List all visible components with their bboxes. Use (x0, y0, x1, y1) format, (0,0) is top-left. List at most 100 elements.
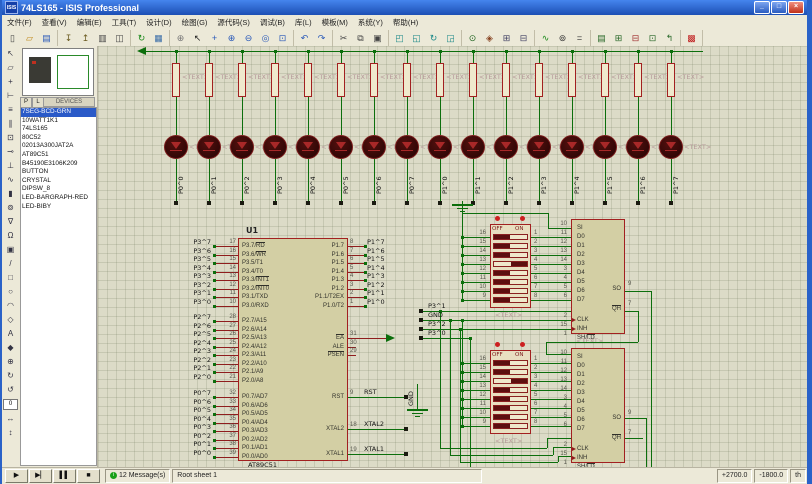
wire[interactable] (341, 97, 342, 135)
close-button[interactable]: × (788, 1, 804, 14)
undo-icon[interactable]: ↶ (296, 30, 313, 46)
wire[interactable] (462, 426, 490, 427)
device-item[interactable]: DIPSW_8 (21, 185, 96, 194)
wire[interactable] (275, 51, 276, 63)
toggle-grid-icon[interactable]: ▦ (150, 30, 167, 46)
wire[interactable] (539, 97, 540, 135)
2d-marker-mode-icon[interactable]: ⊕ (4, 355, 17, 368)
wire[interactable] (462, 320, 463, 426)
wire[interactable] (553, 311, 571, 312)
schematic-canvas[interactable]: <TEXT><TEXT>P0^0<TEXT><TEXT>P0^1<TEXT><T… (98, 46, 809, 468)
text-script-mode-icon[interactable]: ≡ (4, 103, 17, 116)
tape-recorder-mode-icon[interactable]: ▮ (4, 187, 17, 200)
led-indicator[interactable] (164, 135, 188, 159)
wire[interactable] (531, 237, 571, 238)
design-explorer-icon[interactable]: ▤ (593, 30, 610, 46)
wire[interactable] (506, 51, 507, 63)
refresh-display-icon[interactable]: ↻ (133, 30, 150, 46)
rotate-anticlockwise-icon[interactable]: ↺ (4, 383, 17, 396)
packaging-tool-icon[interactable]: ⊞ (498, 30, 515, 46)
dip-switch-slot[interactable] (493, 396, 528, 402)
2d-text-mode-icon[interactable]: A (4, 327, 17, 340)
device-pin-mode-icon[interactable]: ⊥ (4, 159, 17, 172)
dip-switch-slot[interactable] (493, 360, 528, 366)
maximize-button[interactable]: □ (771, 1, 787, 14)
wire[interactable] (462, 282, 490, 283)
wire[interactable] (407, 97, 408, 135)
wire[interactable] (531, 372, 571, 373)
wire[interactable] (547, 438, 571, 439)
block-rotate-icon[interactable]: ↻ (425, 30, 442, 46)
2d-symbol-mode-icon[interactable]: ◆ (4, 341, 17, 354)
led-indicator[interactable] (362, 135, 386, 159)
bus-mode-icon[interactable]: ∥ (4, 117, 17, 130)
wire[interactable] (638, 51, 639, 63)
wire[interactable] (462, 300, 490, 301)
resistor[interactable] (568, 63, 576, 97)
print-icon[interactable]: ▥ (94, 30, 111, 46)
wire[interactable] (548, 228, 571, 229)
resistor[interactable] (667, 63, 675, 97)
led-indicator[interactable] (659, 135, 683, 159)
resistor[interactable] (370, 63, 378, 97)
minimize-button[interactable]: _ (754, 1, 770, 14)
power-terminal[interactable] (386, 334, 395, 342)
mirror-horizontal-icon[interactable]: ↔ (4, 412, 17, 425)
zoom-to-parent-icon[interactable]: ↰ (661, 30, 678, 46)
wire[interactable] (417, 384, 418, 409)
device-item[interactable]: LED-BIBY (21, 203, 96, 212)
zoom-all-icon[interactable]: ◎ (257, 30, 274, 46)
wire[interactable] (462, 408, 490, 409)
led-indicator[interactable] (560, 135, 584, 159)
save-file-icon[interactable]: ▤ (38, 30, 55, 46)
device-item[interactable]: 10WATT1K1 (21, 117, 96, 126)
junction-dot-mode-icon[interactable]: + (4, 75, 17, 88)
wire[interactable] (209, 97, 210, 135)
origin-icon[interactable]: ⊕ (172, 30, 189, 46)
wire[interactable] (146, 51, 703, 52)
graph-mode-icon[interactable]: ∿ (4, 173, 17, 186)
2d-line-mode-icon[interactable]: / (4, 257, 17, 270)
block-delete-icon[interactable]: ◲ (442, 30, 459, 46)
wire[interactable] (638, 97, 639, 135)
wire[interactable] (531, 255, 571, 256)
wire[interactable] (625, 311, 638, 312)
wire[interactable] (462, 264, 490, 265)
pick-parts-icon[interactable]: ⊙ (464, 30, 481, 46)
wire[interactable] (462, 206, 463, 300)
dip-switch-slot[interactable] (493, 414, 528, 420)
wire[interactable] (473, 97, 474, 135)
wire[interactable] (531, 273, 571, 274)
voltage-probe-mode-icon[interactable]: ∇ (4, 215, 17, 228)
wire[interactable] (646, 418, 647, 468)
menu-d[interactable]: 设计(D) (141, 16, 176, 29)
block-copy-icon[interactable]: ◰ (391, 30, 408, 46)
wire[interactable] (348, 454, 406, 455)
wire[interactable] (308, 51, 309, 63)
wire[interactable] (638, 311, 639, 342)
2d-arc-mode-icon[interactable]: ◠ (4, 299, 17, 312)
wire[interactable] (450, 455, 553, 456)
wire[interactable] (553, 447, 571, 448)
led-indicator[interactable] (230, 135, 254, 159)
wire[interactable] (462, 399, 490, 400)
wire[interactable] (374, 51, 375, 63)
wire[interactable] (548, 213, 549, 228)
dip-switch-slot[interactable] (493, 369, 528, 375)
wire[interactable] (531, 264, 571, 265)
resistor[interactable] (502, 63, 510, 97)
device-item[interactable]: 7SEG-BCD-GRN (21, 108, 96, 117)
wire[interactable] (450, 320, 451, 455)
wire[interactable] (546, 342, 638, 343)
step-button[interactable]: ▶▏ (29, 469, 52, 483)
led-indicator[interactable] (527, 135, 551, 159)
paste-icon[interactable]: ▣ (369, 30, 386, 46)
wire[interactable] (572, 51, 573, 63)
rotate-clockwise-icon[interactable]: ↻ (4, 369, 17, 382)
remove-sheet-icon[interactable]: ⊟ (627, 30, 644, 46)
led-indicator[interactable] (263, 135, 287, 159)
mirror-vertical-icon[interactable]: ↕ (4, 426, 17, 439)
block-move-icon[interactable]: ◱ (408, 30, 425, 46)
terminal-mode-icon[interactable]: ⊸ (4, 145, 17, 158)
wire[interactable] (242, 51, 243, 63)
